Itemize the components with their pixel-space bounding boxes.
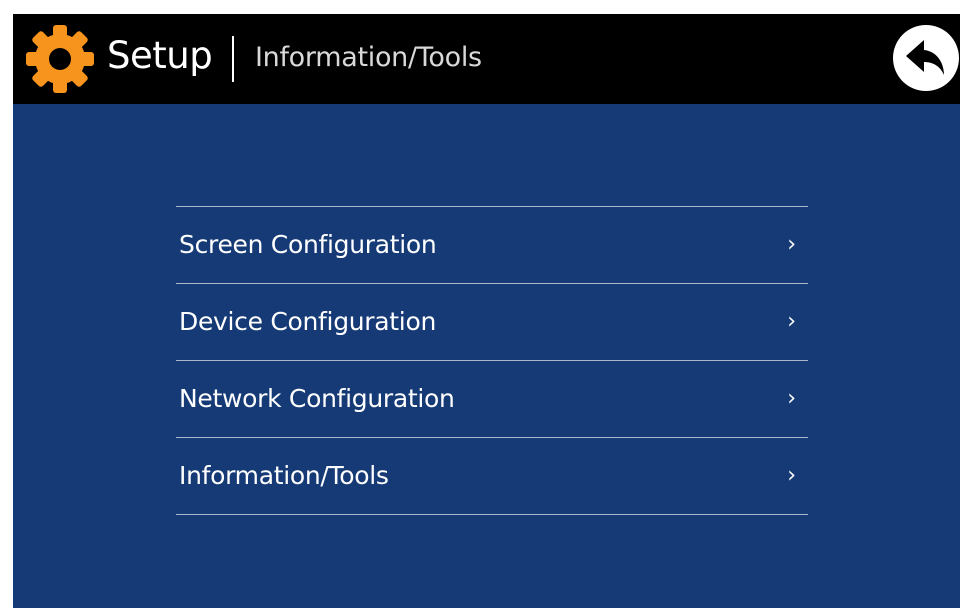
menu-item-label: Screen Configuration: [179, 230, 437, 259]
menu-item-label: Information/Tools: [179, 461, 389, 490]
chevron-right-icon: ›: [787, 232, 796, 257]
menu-item-network-configuration[interactable]: Network Configuration ›: [176, 361, 808, 438]
back-button[interactable]: [893, 25, 959, 91]
menu-item-information-tools[interactable]: Information/Tools ›: [176, 438, 808, 515]
chevron-right-icon: ›: [787, 386, 796, 411]
back-arrow-icon: [906, 40, 944, 75]
menu-item-label: Device Configuration: [179, 307, 436, 336]
breadcrumb-current: Information/Tools: [255, 42, 482, 73]
page-title: Setup: [107, 34, 213, 77]
chevron-right-icon: ›: [787, 463, 796, 488]
menu-item-screen-configuration[interactable]: Screen Configuration ›: [176, 207, 808, 284]
setup-menu: Screen Configuration › Device Configurat…: [176, 206, 808, 515]
chevron-right-icon: ›: [787, 309, 796, 334]
menu-item-label: Network Configuration: [179, 384, 455, 413]
header-bar: Setup Information/Tools: [13, 14, 960, 104]
setup-screen: Setup Information/Tools Screen Configura…: [13, 14, 960, 608]
menu-item-device-configuration[interactable]: Device Configuration ›: [176, 284, 808, 361]
title-separator: [232, 36, 234, 82]
gear-icon: [26, 25, 94, 93]
